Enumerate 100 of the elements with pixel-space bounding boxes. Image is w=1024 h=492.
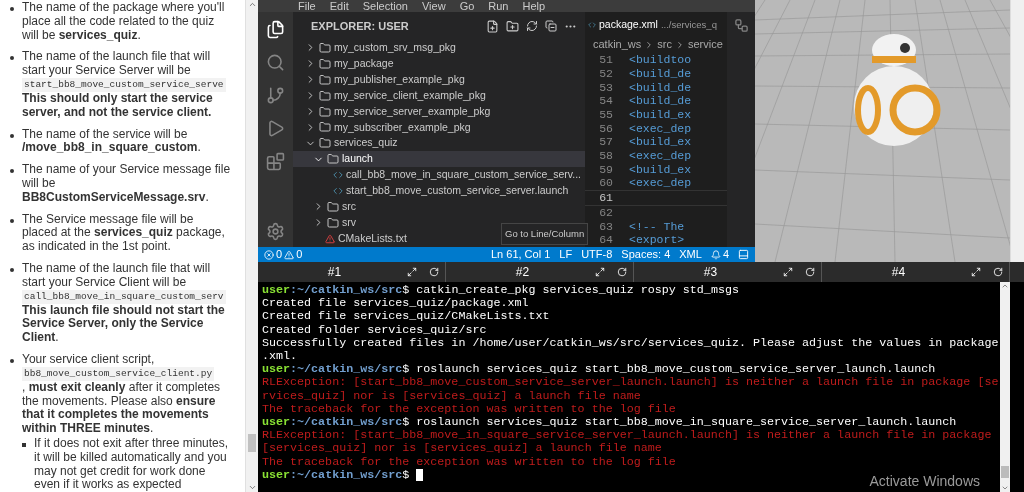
menu-item[interactable]: Run xyxy=(488,0,509,12)
terminal-output: Created file services_quiz/CMakeLists.txt xyxy=(262,310,551,324)
tree-item[interactable]: start_bb8_move_custom_service_server.launch xyxy=(293,183,585,199)
code-line: <!-- The xyxy=(628,219,685,234)
explorer-title: EXPLORER: USER xyxy=(311,18,410,34)
tree-item[interactable]: src xyxy=(293,198,585,215)
scroll-up-icon[interactable] xyxy=(247,0,257,9)
code-file-icon xyxy=(333,170,343,181)
scroll-down-icon[interactable] xyxy=(247,483,257,492)
line-number: 52 xyxy=(598,66,614,81)
code-snippet: bb8_move_custom_service_client.py xyxy=(22,366,215,381)
diagram-icon[interactable] xyxy=(733,18,749,33)
tree-item[interactable]: call_bb8_move_in_square_custom_service_serv... xyxy=(293,167,585,183)
reload-icon[interactable] xyxy=(429,267,439,277)
new-folder-icon[interactable] xyxy=(506,19,519,33)
line-number: 60 xyxy=(598,176,614,191)
terminal-command: $ catkin_create_pkg services_quiz rospy std_msgs xyxy=(402,284,739,298)
scrollbar-thumb[interactable] xyxy=(248,434,256,452)
editor-tab[interactable]: package.xml .../services_q xyxy=(588,17,717,33)
reload-icon[interactable] xyxy=(617,267,627,277)
terminal-output: Created folder services_quiz/src xyxy=(262,323,488,337)
instruction-text: The name of the service will be /move_bb8_in_square_custom. xyxy=(22,127,202,156)
folder-icon xyxy=(319,41,331,54)
tree-item[interactable]: my_subscriber_example_pkg xyxy=(293,119,585,136)
tree-item[interactable]: my_service_server_example_pkg xyxy=(293,103,585,120)
breadcrumb-item[interactable]: src xyxy=(657,38,672,52)
triangle-file-icon xyxy=(325,233,335,244)
menu-item[interactable]: Selection xyxy=(362,0,408,12)
scroll-down-icon[interactable] xyxy=(1001,484,1009,492)
status-item[interactable]: XML xyxy=(679,246,702,263)
menu-item[interactable]: View xyxy=(421,0,446,12)
run-icon[interactable] xyxy=(266,119,285,138)
instruction-text: The name of your Service message file will be BB8CustomServiceMessage.srv. xyxy=(22,163,231,205)
instruction-text: If it does not exit after three minutes, it will be killed automatically and you may not get credit for work done even if it works as expected xyxy=(34,436,230,492)
code-snippet: start_bb8_move_custom_service_serve xyxy=(22,78,226,92)
panel-icon[interactable] xyxy=(738,249,749,260)
scrollbar-thumb[interactable] xyxy=(1001,466,1009,478)
bullet-icon xyxy=(10,169,14,174)
bullet-icon xyxy=(22,442,26,447)
new-file-icon[interactable] xyxy=(486,19,499,33)
error-output: RLException: [start_bb8_move_custom_service_server_launch.launch] is neither a launch file in package [se xyxy=(262,376,1000,390)
status-item[interactable]: LF xyxy=(559,246,573,263)
bell-icon[interactable] xyxy=(710,249,721,260)
terminal-command: $ roslaunch services_quiz start_bb8_move_custom_service_server_launch.launch xyxy=(402,363,936,377)
terminal-output: .xml. xyxy=(262,350,299,364)
error-output: RLException: [start_bb8_move_in_square_service_server_launch.launch] is neither a launch file in package xyxy=(262,429,993,443)
error-output: The traceback for the exception was written to the log file xyxy=(262,402,677,417)
scroll-up-icon[interactable] xyxy=(1001,282,1009,290)
menu-item[interactable]: Edit xyxy=(329,0,349,12)
reload-icon[interactable] xyxy=(993,267,1003,277)
expand-icon[interactable] xyxy=(783,267,793,277)
menu-item[interactable]: Go xyxy=(459,0,475,12)
error-count[interactable]: 0 xyxy=(276,246,283,263)
bullet-icon xyxy=(10,133,14,138)
menu-item[interactable]: File xyxy=(298,0,316,12)
expand-icon[interactable] xyxy=(407,267,417,277)
search-icon[interactable] xyxy=(266,53,285,72)
tree-item[interactable]: my_custom_srv_msg_pkg xyxy=(293,40,585,56)
settings-icon[interactable] xyxy=(266,222,285,241)
tree-item[interactable]: my_service_client_example_pkg xyxy=(293,87,585,104)
tree-item[interactable]: my_package xyxy=(293,55,585,72)
tab-filename: package.xml xyxy=(599,17,658,33)
tree-item[interactable]: services_quiz xyxy=(293,135,585,152)
folder-icon xyxy=(319,73,331,86)
warning-count[interactable]: 0 xyxy=(296,246,303,263)
collapse-icon[interactable] xyxy=(545,20,557,32)
folder-icon xyxy=(319,137,331,150)
reload-icon[interactable] xyxy=(805,267,815,277)
line-number: 59 xyxy=(598,162,614,177)
files-icon[interactable] xyxy=(266,20,285,39)
folder-icon xyxy=(319,105,331,118)
code-line: <exec_dep xyxy=(628,121,692,136)
breadcrumb-item[interactable]: service xyxy=(687,38,723,52)
line-number: 55 xyxy=(598,107,614,122)
status-item[interactable]: Spaces: 4 xyxy=(621,246,671,263)
folder-icon xyxy=(319,89,331,102)
error-icon[interactable] xyxy=(264,249,274,260)
code-snippet: call_bb8_move_in_square_custom_serv xyxy=(22,289,226,304)
status-item[interactable]: UTF-8 xyxy=(581,246,613,263)
tree-item[interactable]: launch xyxy=(293,151,585,168)
terminal-scrollbar[interactable] xyxy=(1000,282,1010,492)
notification-count[interactable]: 4 xyxy=(722,246,729,263)
expand-icon[interactable] xyxy=(595,267,605,277)
code-file-icon xyxy=(333,185,343,196)
extensions-icon[interactable] xyxy=(266,152,285,171)
tab-path: .../services_q xyxy=(660,17,717,32)
bullet-icon xyxy=(10,267,14,272)
tree-item[interactable]: my_publisher_example_pkg xyxy=(293,71,585,88)
terminal-output: Successfully created files in /home/user/catkin_ws/src/services_quiz. Please adjust the values in package xyxy=(262,336,1000,350)
menu-item[interactable]: Help xyxy=(522,0,546,12)
expand-icon[interactable] xyxy=(971,267,981,277)
prompt-path: :~/catkin_ws/src xyxy=(290,468,403,483)
breadcrumb-item[interactable]: catkin_ws xyxy=(593,38,642,52)
branch-icon[interactable] xyxy=(266,86,285,105)
warning-icon[interactable] xyxy=(284,249,295,260)
folder-icon xyxy=(319,121,331,134)
scrollbar[interactable] xyxy=(245,0,258,492)
refresh-icon[interactable] xyxy=(526,20,538,32)
instruction-text: Your service client script, xyxy=(22,352,156,367)
status-item[interactable]: Ln 61, Col 1 xyxy=(491,246,551,263)
